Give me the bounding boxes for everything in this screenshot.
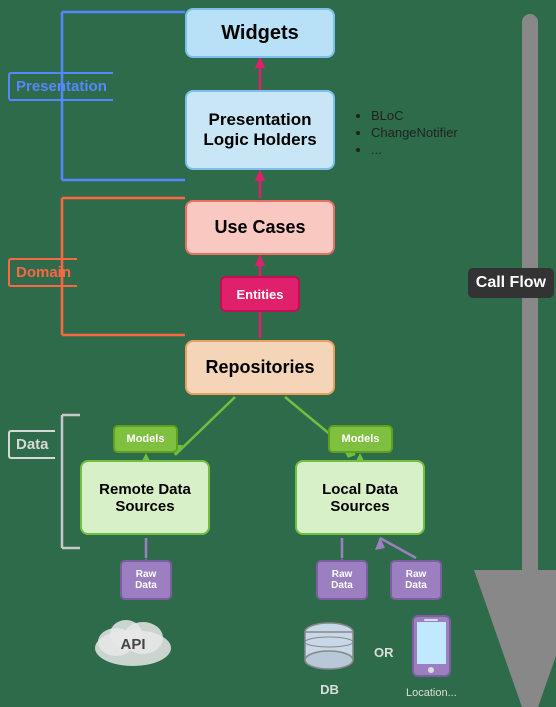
location-text: Location... xyxy=(406,687,457,699)
diagram-container: Widgets Presentation Logic Holders BLoC … xyxy=(0,0,556,707)
bloc-list: BLoC ChangeNotifier ... xyxy=(355,108,458,159)
bloc-item-2: ChangeNotifier xyxy=(371,125,458,140)
phone-icon: Location... xyxy=(406,614,457,699)
rawdata-left-label: Raw Data xyxy=(130,569,162,591)
widgets-box: Widgets xyxy=(185,8,335,58)
entities-label: Entities xyxy=(237,287,284,302)
data-text: Data xyxy=(16,436,49,453)
domain-label: Domain xyxy=(8,258,77,287)
rawdata-left-box: Raw Data xyxy=(120,560,172,600)
callflow-label: Call Flow xyxy=(468,268,554,298)
rawdata-mid-label: Raw Data xyxy=(326,569,358,591)
rawdata-mid-box: Raw Data xyxy=(316,560,368,600)
usecases-box: Use Cases xyxy=(185,200,335,255)
db-icon: DB xyxy=(302,620,357,697)
presentation-label: Presentation xyxy=(8,72,113,101)
api-text: API xyxy=(88,636,178,653)
api-icon: API xyxy=(88,608,178,673)
models-left-box: Models xyxy=(113,425,178,453)
presentation-text: Presentation xyxy=(16,78,107,95)
phone-svg xyxy=(409,614,454,682)
domain-text: Domain xyxy=(16,264,71,281)
models-right-box: Models xyxy=(328,425,393,453)
plh-box: Presentation Logic Holders xyxy=(185,90,335,170)
callflow-text: Call Flow xyxy=(476,274,546,291)
local-label: Local Data Sources xyxy=(305,481,415,515)
remote-box: Remote Data Sources xyxy=(80,460,210,535)
bloc-item-1: BLoC xyxy=(371,108,458,123)
data-label: Data xyxy=(8,430,55,459)
widgets-label: Widgets xyxy=(221,22,299,45)
rawdata-right-label: Raw Data xyxy=(400,569,432,591)
usecases-label: Use Cases xyxy=(214,217,305,238)
db-svg xyxy=(302,620,357,675)
remote-label: Remote Data Sources xyxy=(90,481,200,515)
or-text: OR xyxy=(374,645,394,660)
repos-label: Repositories xyxy=(205,357,314,378)
entities-box: Entities xyxy=(220,276,300,312)
db-text: DB xyxy=(302,682,357,697)
local-box: Local Data Sources xyxy=(295,460,425,535)
repos-box: Repositories xyxy=(185,340,335,395)
plh-label: Presentation Logic Holders xyxy=(195,110,325,150)
bloc-item-3: ... xyxy=(371,142,458,157)
rawdata-right-box: Raw Data xyxy=(390,560,442,600)
models-right-label: Models xyxy=(342,433,380,445)
models-left-label: Models xyxy=(127,433,165,445)
